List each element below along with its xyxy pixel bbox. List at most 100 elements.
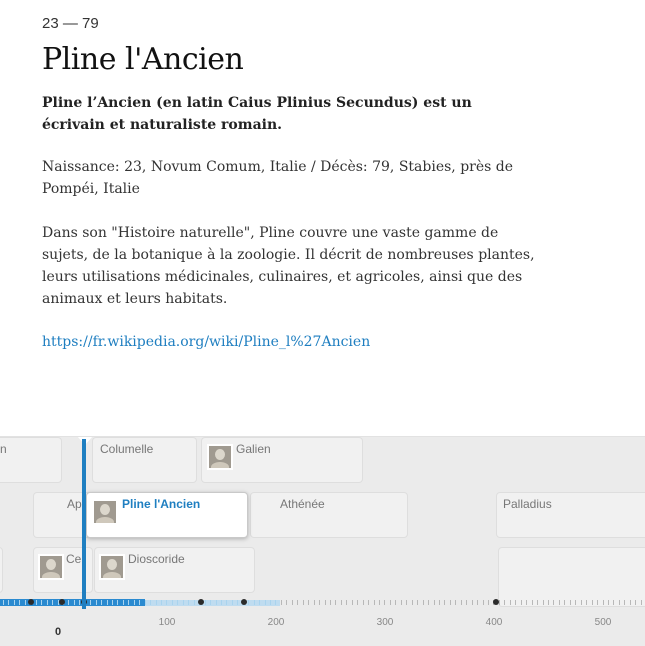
axis-tick [25, 600, 26, 605]
axis-tick [117, 600, 118, 605]
axis-tick [472, 600, 473, 605]
axis-tick [352, 600, 353, 605]
wikipedia-link[interactable]: https://fr.wikipedia.org/wiki/Pline_l%27… [42, 331, 370, 353]
axis-tick [581, 600, 582, 605]
axis-tick [172, 600, 173, 605]
axis-tick [134, 600, 135, 605]
axis-tick [395, 600, 396, 605]
axis-tick [357, 600, 358, 605]
axis-tick [183, 600, 184, 605]
article-description: Dans son "Histoire naturelle", Pline cou… [42, 225, 535, 307]
axis-tick [52, 600, 53, 605]
axis-tick [3, 600, 4, 605]
axis-tick [526, 600, 527, 605]
axis-tick [74, 600, 75, 605]
axis-tick [346, 600, 347, 605]
axis-tick [150, 600, 151, 605]
axis-tick [641, 600, 642, 605]
timeline-axis[interactable]: 0 100 200 300 400 500 [0, 598, 645, 645]
axis-tick [297, 600, 298, 605]
axis-tick [166, 600, 167, 605]
axis-label: 100 [158, 617, 176, 628]
person-card-dioscoride[interactable]: Dioscoride [94, 547, 255, 593]
person-card-athenee[interactable]: Athénée [250, 492, 408, 538]
person-card-partial-left[interactable]: n [0, 437, 62, 483]
axis-tick [188, 600, 189, 605]
axis-tick [139, 600, 140, 605]
axis-tick [406, 600, 407, 605]
axis-tick [96, 600, 97, 605]
axis-tick [325, 600, 326, 605]
axis-label-zero: 0 [54, 626, 62, 638]
axis-tick [499, 600, 500, 605]
axis-tick [281, 600, 282, 605]
axis-tick [548, 600, 549, 605]
portrait-thumbnail [207, 444, 233, 470]
axis-tick [47, 600, 48, 605]
axis-tick [504, 600, 505, 605]
axis-tick [205, 600, 206, 605]
axis-tick [466, 600, 467, 605]
axis-tick [275, 600, 276, 605]
axis-tick [553, 600, 554, 605]
axis-tick [624, 600, 625, 605]
axis-tick [434, 600, 435, 605]
axis-tick [477, 600, 478, 605]
axis-tick [592, 600, 593, 605]
axis-tick [303, 600, 304, 605]
person-name: n [0, 442, 7, 456]
axis-tick [319, 600, 320, 605]
axis-label: 300 [376, 617, 394, 628]
axis-tick [390, 600, 391, 605]
axis-tick [384, 600, 385, 605]
axis-tick [156, 600, 157, 605]
axis-tick [226, 600, 227, 605]
axis-tick [237, 600, 238, 605]
axis-tick [564, 600, 565, 605]
axis-tick [36, 600, 37, 605]
axis-tick [341, 600, 342, 605]
event-marker[interactable] [241, 599, 247, 605]
axis-tick [101, 600, 102, 605]
axis-tick [608, 600, 609, 605]
axis-tick [428, 600, 429, 605]
page-title: Pline l'Ancien [42, 42, 244, 77]
axis-tick [630, 600, 631, 605]
axis-tick [575, 600, 576, 605]
axis-tick [368, 600, 369, 605]
event-marker[interactable] [198, 599, 204, 605]
axis-label: 500 [594, 617, 612, 628]
person-name: Dioscoride [128, 552, 185, 566]
axis-tick [603, 600, 604, 605]
event-marker[interactable] [59, 599, 65, 605]
axis-tick [41, 600, 42, 605]
person-name: Columelle [100, 442, 154, 456]
axis-tick [439, 600, 440, 605]
person-card-galien[interactable]: Galien [201, 437, 363, 483]
axis-tick [450, 600, 451, 605]
portrait-thumbnail [99, 554, 125, 580]
person-card-columelle[interactable]: Columelle [92, 437, 197, 483]
axis-tick [379, 600, 380, 605]
event-marker[interactable] [28, 599, 34, 605]
life-dates: 23 — 79 [42, 15, 99, 32]
axis-tick [8, 600, 9, 605]
axis-tick [210, 600, 211, 605]
axis-tick [412, 600, 413, 605]
axis-tick [613, 600, 614, 605]
person-card-pline-selected[interactable]: Pline l'Ancien [86, 492, 248, 538]
person-name: Palladius [503, 497, 552, 511]
axis-tick [423, 600, 424, 605]
axis-tick [161, 600, 162, 605]
person-card-palladius[interactable]: Palladius [496, 492, 645, 538]
axis-tick [488, 600, 489, 605]
event-marker[interactable] [493, 599, 499, 605]
portrait-thumbnail [92, 499, 118, 525]
axis-tick [286, 600, 287, 605]
axis-tick [483, 600, 484, 605]
current-date-cursor[interactable] [82, 439, 86, 609]
axis-tick [107, 600, 108, 605]
axis-ruler [0, 598, 645, 606]
axis-tick [559, 600, 560, 605]
person-card-edge[interactable] [0, 547, 3, 593]
